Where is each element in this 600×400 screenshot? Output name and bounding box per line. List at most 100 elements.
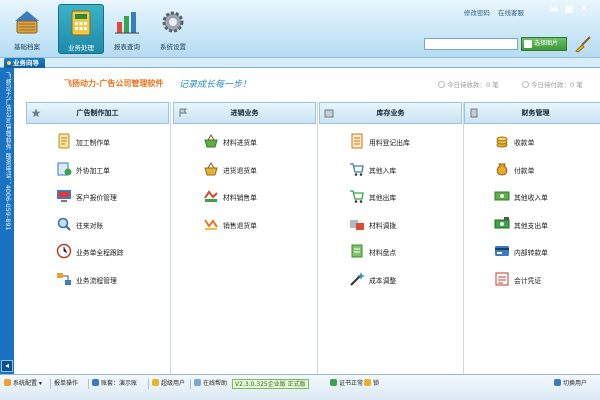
select-image-button[interactable]: 选择图片 — [521, 37, 567, 51]
minimize-button[interactable]: ▬ — [548, 4, 560, 16]
column-header: 广告制作加工 — [26, 102, 169, 124]
list-item[interactable]: 其他入库 — [319, 160, 462, 188]
status-cert: 证书正常 — [330, 379, 363, 389]
list-item[interactable]: 客户报价管理 — [26, 187, 169, 215]
main-panel: 飞扬动力-广告公司管理软件 记录成长每一步！ 今日待收款：0 笔 今日待付款：0… — [14, 68, 600, 374]
item-label: 业务单全程跟踪 — [76, 249, 124, 257]
status-text: 账套：演示账 — [101, 380, 138, 387]
list-item[interactable]: 进货退货单 — [173, 160, 316, 188]
top-links: 修改密码 在线客服 — [458, 7, 524, 17]
toolbar-basic-archive-button[interactable]: 基础档案 — [4, 4, 50, 54]
column-inventory: 库存业务 用料登记出库 其他入库 其他出库 材料调拨 材料盘点 成本调整 — [319, 102, 462, 374]
left-banner: 飞扬动力广告公司管理软件 服务电话：4006-059-891 ◂ — [0, 68, 14, 374]
column-title: 库存业务 — [376, 109, 405, 117]
toolbar-business-process-button[interactable]: 业务处理 — [58, 4, 104, 54]
change-password-link[interactable]: 修改密码 — [464, 9, 490, 17]
status-separator — [148, 379, 149, 389]
cash-out-icon — [494, 216, 510, 228]
list-item[interactable]: 成本调整 — [319, 270, 462, 298]
status-switch-user[interactable]: 切换用户 — [554, 379, 587, 389]
search-input[interactable] — [424, 38, 518, 50]
status-system-config[interactable]: 系统配置 ▾ — [4, 379, 42, 389]
status-text: 超级用户 — [161, 380, 186, 387]
voucher-icon — [495, 272, 509, 285]
box-icon — [324, 109, 334, 118]
status-online-help[interactable]: 在线帮助 — [194, 379, 227, 389]
broom-icon[interactable] — [574, 35, 592, 53]
item-label: 客户报价管理 — [76, 194, 117, 202]
list-item[interactable]: 付款单 — [464, 160, 600, 188]
item-label: 销售退货单 — [223, 221, 257, 230]
lock-icon — [364, 379, 371, 386]
cart-out-icon — [350, 190, 364, 203]
receive-status-icon — [438, 81, 445, 88]
column-header: 财务管理 — [464, 102, 600, 124]
status-lock[interactable]: 锁 — [364, 379, 379, 389]
pay-status-icon — [522, 81, 529, 88]
tab-business-wizard[interactable]: 业务向导 — [4, 58, 45, 68]
item-label: 业务流程管理 — [76, 276, 117, 285]
basket-in-icon — [204, 134, 218, 148]
toolbar-report-query-label: 报表查询 — [114, 43, 140, 51]
list-item[interactable]: 外协加工单 — [26, 160, 169, 188]
list-item[interactable]: 其他支出单 — [464, 215, 600, 243]
image-icon — [524, 40, 532, 48]
item-label: 收款单 — [514, 139, 535, 147]
tab-dot-icon — [7, 61, 11, 65]
item-label: 付款单 — [514, 166, 535, 175]
item-label: 外协加工单 — [76, 166, 110, 175]
register-out-icon — [351, 133, 363, 149]
online-service-link[interactable]: 在线客服 — [498, 9, 524, 17]
list-item[interactable]: 业务流程管理 — [26, 270, 169, 298]
coins-in-icon — [496, 136, 508, 148]
item-label: 进货退货单 — [223, 166, 257, 175]
toolbar-system-settings-button[interactable]: 系统设置 — [150, 4, 196, 54]
toolbar-report-query-button[interactable]: 报表查询 — [104, 4, 150, 54]
item-label: 其他入库 — [369, 166, 397, 175]
list-item[interactable]: 其他收入单 — [464, 187, 600, 215]
maximize-button[interactable]: ▣ — [563, 4, 575, 16]
list-item[interactable]: 内部转款单 — [464, 242, 600, 270]
left-banner-text: 飞扬动力广告公司管理软件 服务电话：4006-059-891 — [4, 72, 11, 231]
clock-track-icon — [56, 243, 72, 259]
list-item[interactable]: 业务单全程跟踪 — [26, 242, 169, 270]
magic-wand-icon — [350, 271, 365, 286]
collapse-arrow-icon[interactable]: ◂ — [1, 360, 13, 372]
item-label: 其他支出单 — [514, 221, 548, 230]
config-icon — [4, 379, 11, 386]
list-item[interactable]: 往来对账 — [26, 215, 169, 243]
list-item[interactable]: 销售退货单 — [173, 215, 316, 243]
tab-strip: 业务向导 — [0, 58, 600, 68]
today-pending-receive-text: 今日待收款：0 笔 — [447, 81, 499, 89]
sales-return-icon — [204, 218, 218, 230]
list-item[interactable]: 材料进货单 — [173, 132, 316, 160]
list-item[interactable]: 用料登记出库 — [319, 132, 462, 160]
flag-icon — [179, 108, 187, 117]
cart-in-icon — [350, 162, 364, 176]
column-title: 财务管理 — [521, 109, 550, 117]
list-item[interactable]: 加工制作单 — [26, 132, 169, 160]
item-label: 用料登记出库 — [369, 139, 410, 147]
flow-icon — [57, 272, 71, 285]
search-icon — [57, 217, 71, 231]
account-icon — [92, 379, 99, 386]
help-icon — [194, 379, 201, 386]
item-label: 加工制作单 — [76, 139, 110, 147]
status-text: 证书正常 — [339, 380, 364, 387]
status-recent-ops[interactable]: 报单操作 — [54, 379, 78, 389]
list-item[interactable]: 会计凭证 — [464, 270, 600, 298]
today-pending-pay-text: 今日待付款：0 笔 — [531, 81, 583, 89]
list-item[interactable]: 材料销售单 — [173, 187, 316, 215]
status-text: 在线帮助 — [203, 380, 228, 387]
item-label: 会计凭证 — [514, 276, 542, 285]
close-button[interactable]: ✕ — [578, 4, 590, 16]
list-item[interactable]: 其他出库 — [319, 187, 462, 215]
list-item[interactable]: 材料调拨 — [319, 215, 462, 243]
toolbar-business-process-label: 业务处理 — [68, 44, 94, 52]
list-item[interactable]: 收款单 — [464, 132, 600, 160]
list-item[interactable]: 材料盘点 — [319, 242, 462, 270]
toolbar-basic-archive-label: 基础档案 — [14, 43, 40, 51]
item-label: 材料进货单 — [223, 139, 257, 147]
gear-icon — [162, 11, 184, 33]
status-text: 切换用户 — [563, 380, 588, 387]
